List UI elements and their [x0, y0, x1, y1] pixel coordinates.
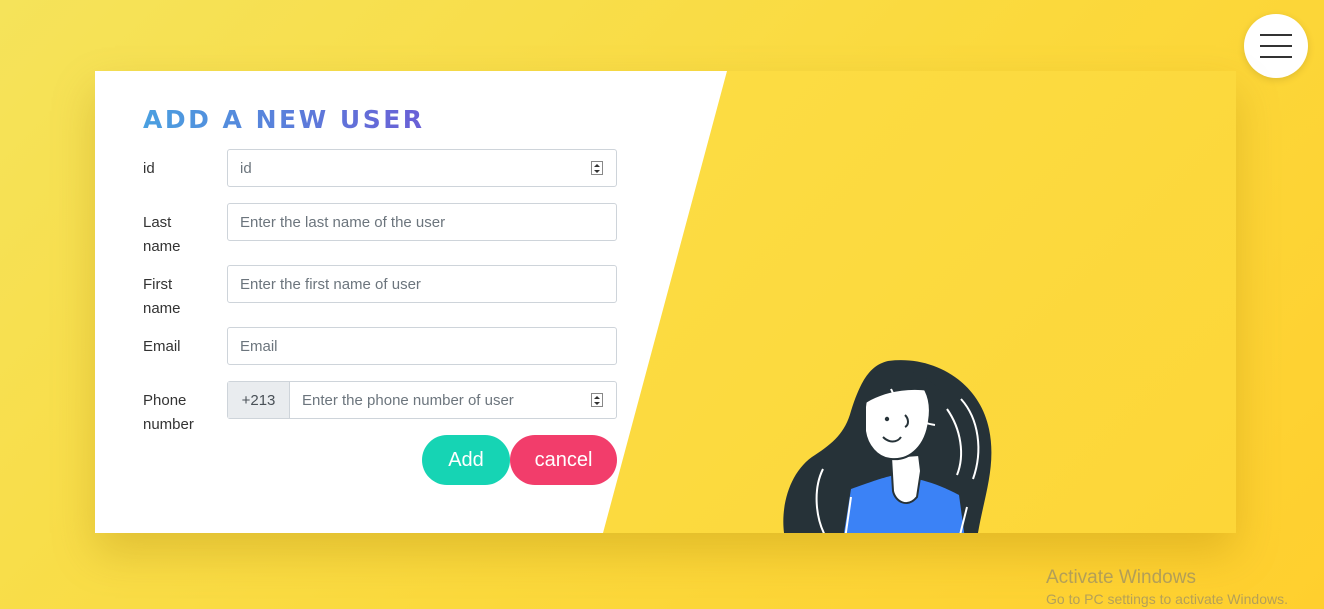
cancel-button[interactable]: cancel [510, 435, 617, 485]
number-spinner-icon[interactable] [591, 161, 603, 175]
id-input[interactable] [228, 150, 591, 186]
id-label: id [143, 160, 155, 177]
add-button[interactable]: Add [422, 435, 510, 485]
hamburger-menu-icon [1260, 34, 1292, 36]
last-name-label: Last name [143, 214, 181, 255]
email-label: Email [143, 338, 181, 355]
email-input[interactable] [228, 328, 616, 364]
first-name-input[interactable] [228, 266, 616, 302]
first-name-field [227, 265, 617, 303]
last-name-field [227, 203, 617, 241]
windows-activation-watermark: Activate Windows Go to PC settings to ac… [1046, 567, 1288, 607]
phone-prefix: +213 [228, 382, 290, 418]
id-field [227, 149, 617, 187]
number-spinner-icon[interactable] [591, 393, 603, 407]
phone-field: +213 [227, 381, 617, 419]
woman-illustration [783, 360, 992, 533]
phone-label: Phone number [143, 392, 194, 433]
last-name-input[interactable] [228, 204, 616, 240]
page-title: ADD A NEW USER [143, 105, 425, 134]
watermark-subtitle: Go to PC settings to activate Windows. [1046, 591, 1288, 607]
phone-input[interactable] [290, 382, 591, 418]
add-user-card: ADD A NEW USER id Last name First name E… [95, 71, 1236, 533]
email-field [227, 327, 617, 365]
watermark-title: Activate Windows [1046, 567, 1196, 588]
first-name-label: First name [143, 276, 181, 317]
menu-button[interactable] [1244, 14, 1308, 78]
